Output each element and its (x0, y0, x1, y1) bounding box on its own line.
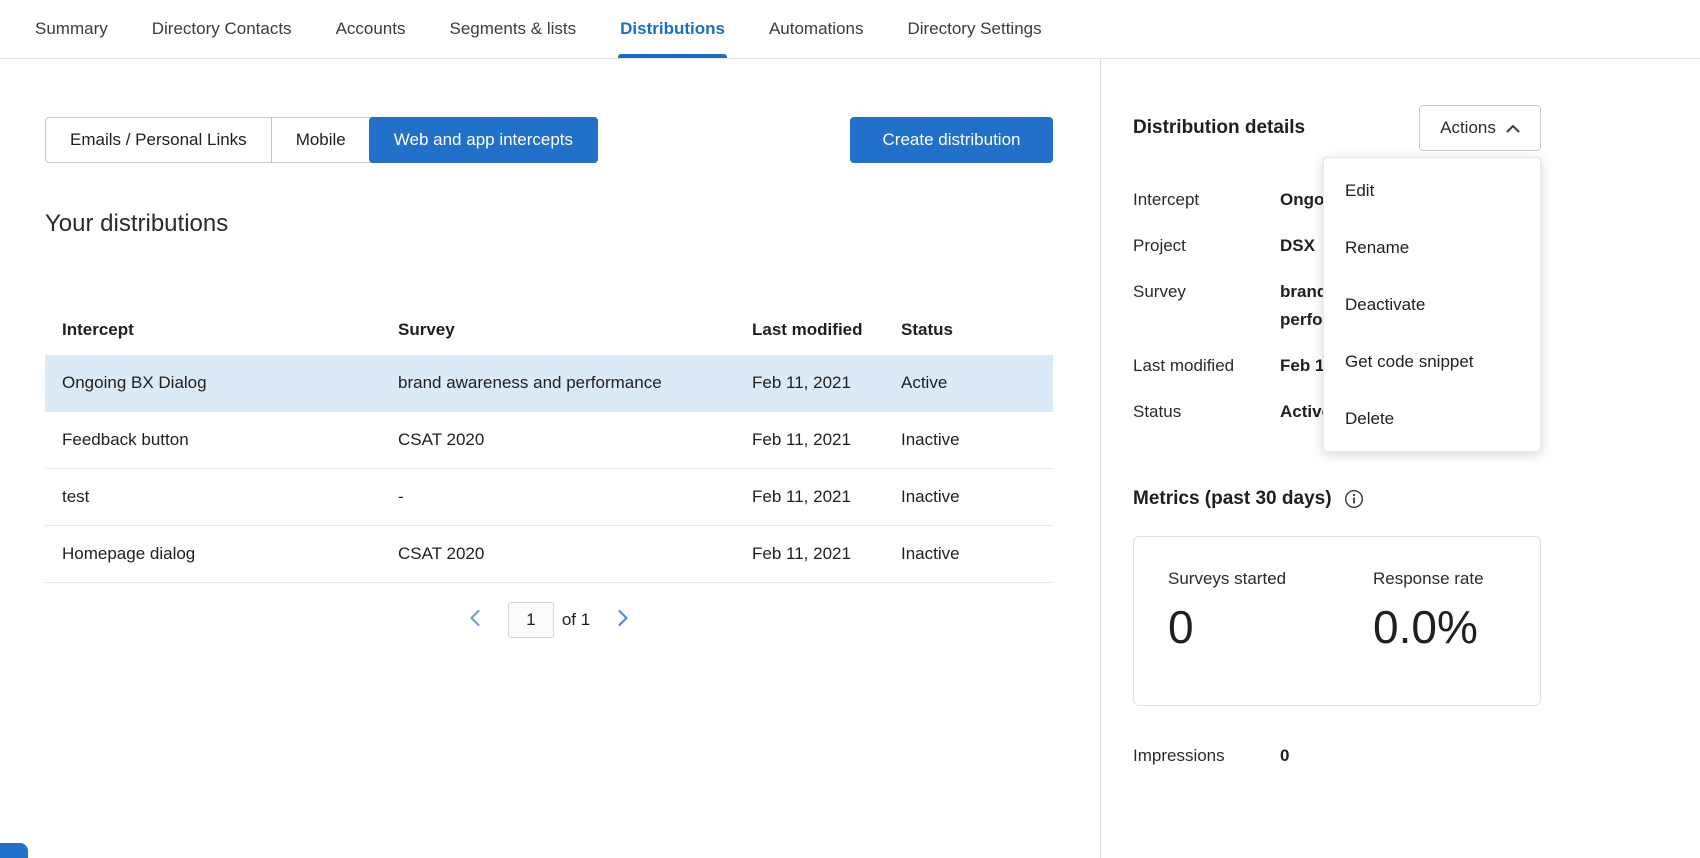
menu-item-rename[interactable]: Rename (1324, 219, 1540, 276)
tab-segments-lists[interactable]: Segments & lists (450, 0, 577, 58)
actions-dropdown-menu: Edit Rename Deactivate Get code snippet … (1323, 157, 1541, 452)
table-row[interactable]: test - Feb 11, 2021 Inactive (45, 469, 1053, 526)
tab-automations[interactable]: Automations (769, 0, 864, 58)
page-count-label: of 1 (562, 610, 590, 630)
menu-item-edit[interactable]: Edit (1324, 162, 1540, 219)
cell-intercept: Feedback button (45, 430, 398, 450)
channel-toggle-group: Emails / Personal Links Mobile Web and a… (45, 117, 598, 163)
field-label: Survey (1133, 278, 1280, 334)
column-header-last-modified: Last modified (752, 320, 901, 340)
cell-survey: CSAT 2020 (398, 544, 752, 564)
details-panel-title: Distribution details (1133, 117, 1305, 139)
tab-directory-settings[interactable]: Directory Settings (907, 0, 1041, 58)
distributions-page: Summary Directory Contacts Accounts Segm… (0, 0, 1700, 858)
tab-summary[interactable]: Summary (35, 0, 108, 58)
channel-mobile[interactable]: Mobile (271, 118, 370, 162)
chevron-right-icon (617, 609, 629, 632)
chevron-up-icon (1506, 118, 1520, 138)
channel-web-app-intercepts[interactable]: Web and app intercepts (369, 117, 598, 163)
impressions-value: 0 (1280, 744, 1289, 768)
column-header-intercept: Intercept (45, 320, 398, 340)
cell-intercept: test (45, 487, 398, 507)
metrics-card: Surveys started 0 Response rate 0.0% (1133, 536, 1541, 706)
metric-response-rate: Response rate 0.0% (1373, 567, 1484, 675)
metric-value: 0.0% (1373, 601, 1484, 653)
distributions-table: Intercept Survey Last modified Status On… (45, 305, 1053, 583)
details-panel-header: Distribution details Actions (1133, 105, 1541, 151)
pagination: 1 of 1 (45, 600, 1053, 640)
cell-last-modified: Feb 11, 2021 (752, 373, 901, 393)
cell-survey: CSAT 2020 (398, 430, 752, 450)
column-header-survey: Survey (398, 320, 752, 340)
field-label: Status (1133, 398, 1280, 426)
tab-directory-contacts[interactable]: Directory Contacts (152, 0, 292, 58)
table-header-row: Intercept Survey Last modified Status (45, 305, 1053, 355)
metrics-header: Metrics (past 30 days) (1133, 488, 1364, 510)
cell-status: Inactive (901, 544, 1053, 564)
metric-label: Response rate (1373, 567, 1484, 591)
table-row[interactable]: Feedback button CSAT 2020 Feb 11, 2021 I… (45, 412, 1053, 469)
cell-status: Inactive (901, 487, 1053, 507)
metrics-title: Metrics (past 30 days) (1133, 488, 1332, 510)
field-label: Intercept (1133, 186, 1280, 214)
cell-survey: - (398, 487, 752, 507)
channel-emails-personal-links[interactable]: Emails / Personal Links (46, 118, 271, 162)
page-title: Your distributions (45, 210, 228, 238)
cell-last-modified: Feb 11, 2021 (752, 487, 901, 507)
metric-surveys-started: Surveys started 0 (1168, 567, 1338, 675)
metric-label: Surveys started (1168, 567, 1338, 591)
previous-page-button[interactable] (462, 607, 488, 633)
menu-item-deactivate[interactable]: Deactivate (1324, 276, 1540, 333)
info-icon[interactable] (1344, 489, 1364, 509)
tab-distributions[interactable]: Distributions (620, 0, 725, 58)
panel-divider (1100, 59, 1101, 858)
cell-status: Inactive (901, 430, 1053, 450)
column-header-status: Status (901, 320, 1053, 340)
cell-survey: brand awareness and performance (398, 373, 752, 393)
menu-item-delete[interactable]: Delete (1324, 390, 1540, 447)
chevron-left-icon (469, 609, 481, 632)
table-row[interactable]: Ongoing BX Dialog brand awareness and pe… (45, 355, 1053, 412)
table-row[interactable]: Homepage dialog CSAT 2020 Feb 11, 2021 I… (45, 526, 1053, 583)
actions-button[interactable]: Actions (1419, 105, 1541, 151)
cell-intercept: Ongoing BX Dialog (45, 373, 398, 393)
create-distribution-button[interactable]: Create distribution (850, 117, 1053, 163)
cell-intercept: Homepage dialog (45, 544, 398, 564)
impressions-row: Impressions 0 (1133, 744, 1541, 768)
field-label: Project (1133, 232, 1280, 260)
field-label: Last modified (1133, 352, 1280, 380)
cell-last-modified: Feb 11, 2021 (752, 430, 901, 450)
top-nav: Summary Directory Contacts Accounts Segm… (0, 0, 1700, 59)
actions-button-label: Actions (1440, 118, 1496, 138)
impressions-label: Impressions (1133, 744, 1280, 768)
cell-last-modified: Feb 11, 2021 (752, 544, 901, 564)
page-number-input[interactable]: 1 (508, 602, 554, 638)
menu-item-get-code-snippet[interactable]: Get code snippet (1324, 333, 1540, 390)
feedback-widget[interactable] (0, 843, 28, 858)
next-page-button[interactable] (610, 607, 636, 633)
tab-accounts[interactable]: Accounts (336, 0, 406, 58)
cell-status: Active (901, 373, 1053, 393)
metric-value: 0 (1168, 601, 1338, 653)
